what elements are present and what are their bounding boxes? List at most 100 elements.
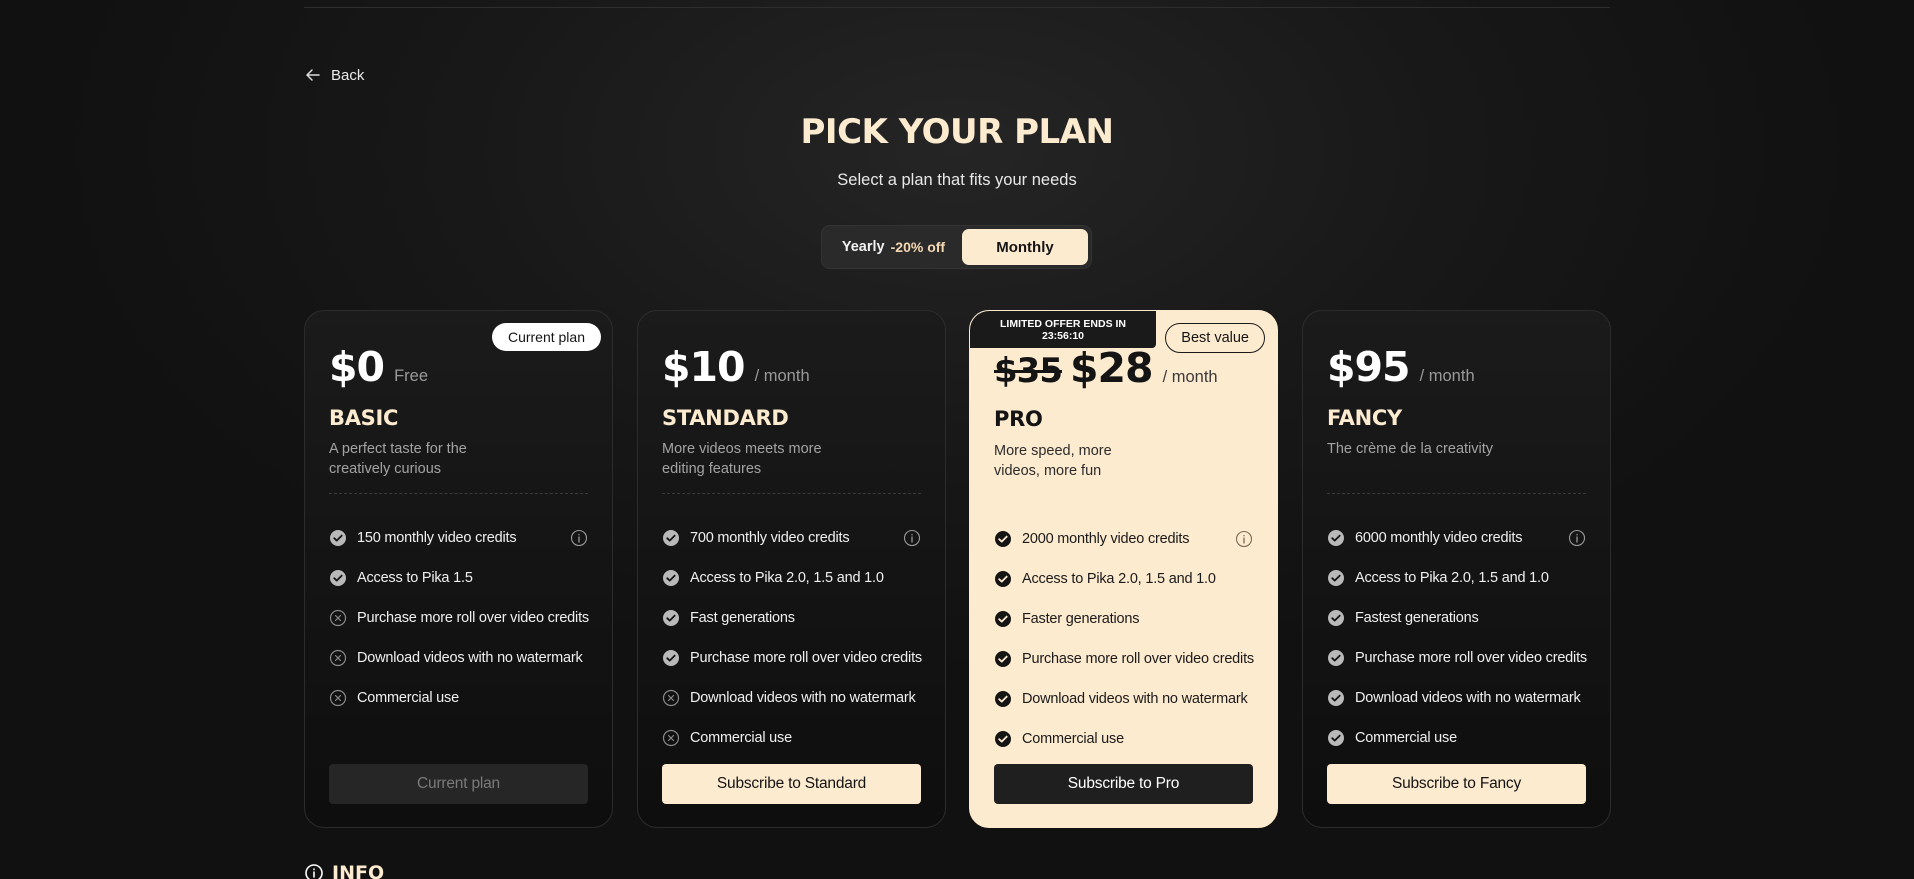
feature-text: Purchase more roll over video credits (1355, 650, 1587, 666)
feature-list: 6000 monthly video credits Access to Pika… (1327, 518, 1587, 758)
monthly-option[interactable]: Monthly (961, 229, 1088, 265)
feature-list: 700 monthly video credits Access to Pika … (662, 518, 922, 758)
plan-price: $95 (1327, 343, 1411, 391)
feature-item: Fast generations (662, 598, 921, 638)
check-circle-icon (1327, 689, 1345, 707)
x-circle-icon (329, 649, 347, 667)
check-circle-icon (994, 690, 1012, 708)
info-icon[interactable] (1568, 529, 1586, 547)
feature-item: Commercial use (329, 678, 588, 718)
feature-item: Commercial use (1327, 718, 1586, 758)
billing-period-toggle: Yearly -20% off Monthly (821, 225, 1092, 269)
feature-text: Access to Pika 1.5 (357, 570, 473, 586)
info-icon[interactable] (570, 529, 588, 547)
feature-list: 150 monthly video credits Access to Pika … (329, 518, 589, 718)
check-circle-icon (329, 569, 347, 587)
x-circle-icon (662, 729, 680, 747)
feature-text: Download videos with no watermark (690, 690, 916, 706)
feature-text: Fast generations (690, 610, 795, 626)
card-divider (329, 493, 588, 494)
yearly-discount: -20% off (890, 239, 946, 255)
arrow-left-icon (306, 69, 320, 81)
subscribe-pro-button[interactable]: Subscribe to Pro (994, 764, 1253, 804)
offer-label: LIMITED OFFER ENDS IN (1000, 317, 1126, 330)
plan-card-pro: LIMITED OFFER ENDS IN 23:56:10 Best valu… (969, 310, 1278, 828)
feature-item: Access to Pika 2.0, 1.5 and 1.0 (1327, 558, 1586, 598)
feature-item: 700 monthly video credits (662, 518, 921, 558)
feature-item: Commercial use (994, 719, 1253, 759)
feature-text: Faster generations (1022, 611, 1140, 627)
plan-name: STANDARD (662, 406, 789, 430)
back-button[interactable]: Back (304, 66, 364, 84)
plan-period: / month (1419, 367, 1475, 385)
feature-text: Access to Pika 2.0, 1.5 and 1.0 (1355, 570, 1549, 586)
plan-period: / month (1162, 368, 1218, 386)
yearly-option[interactable]: Yearly -20% off (825, 229, 962, 265)
check-circle-icon (1327, 569, 1345, 587)
plan-name: PRO (994, 407, 1043, 431)
x-circle-icon (329, 609, 347, 627)
plan-price: $28 (1069, 344, 1154, 392)
feature-item: Download videos with no watermark (994, 679, 1253, 719)
check-circle-icon (994, 570, 1012, 588)
x-circle-icon (662, 689, 680, 707)
feature-text: Commercial use (1022, 731, 1124, 747)
current-plan-button: Current plan (329, 764, 588, 804)
feature-item: Commercial use (662, 718, 921, 758)
feature-text: 6000 monthly video credits (1355, 530, 1523, 546)
feature-text: Purchase more roll over video credits (690, 650, 922, 666)
feature-text: Download videos with no watermark (357, 650, 583, 666)
offer-timer: 23:56:10 (1041, 329, 1085, 342)
top-divider (304, 7, 1610, 8)
back-label: Back (331, 66, 365, 84)
check-circle-icon (662, 649, 680, 667)
plan-card-fancy: $95 / month FANCY The crème de la creati… (1302, 310, 1611, 828)
subscribe-fancy-button[interactable]: Subscribe to Fancy (1327, 764, 1586, 804)
check-circle-icon (994, 650, 1012, 668)
check-circle-icon (1327, 609, 1345, 627)
plan-price: $10 (662, 343, 746, 391)
check-circle-icon (994, 610, 1012, 628)
feature-text: Fastest generations (1355, 610, 1479, 626)
page-title: PICK YOUR PLAN (800, 112, 1115, 152)
feature-item: Fastest generations (1327, 598, 1586, 638)
feature-text: Access to Pika 2.0, 1.5 and 1.0 (690, 570, 884, 586)
plan-description: The crème de la creativity (1327, 441, 1494, 457)
plan-name: BASIC (329, 406, 399, 430)
feature-item: Purchase more roll over video credits (1327, 638, 1587, 678)
check-circle-icon (662, 569, 680, 587)
info-icon[interactable] (903, 529, 921, 547)
card-divider (1327, 493, 1586, 494)
feature-item: 2000 monthly video credits (994, 519, 1253, 559)
feature-item: 150 monthly video credits (329, 518, 588, 558)
check-circle-icon (994, 530, 1012, 548)
yearly-label: Yearly (841, 239, 885, 255)
plan-name: FANCY (1327, 406, 1402, 430)
feature-item: Purchase more roll over video credits (662, 638, 922, 678)
feature-text: Purchase more roll over video credits (357, 610, 589, 626)
feature-text: Download videos with no watermark (1355, 690, 1581, 706)
feature-item: Download videos with no watermark (1327, 678, 1586, 718)
info-icon[interactable] (1235, 530, 1253, 548)
plan-period: Free (394, 367, 428, 385)
feature-text: Purchase more roll over video credits (1022, 651, 1254, 667)
subscribe-standard-button[interactable]: Subscribe to Standard (662, 764, 921, 804)
plan-card-standard: $10 / month STANDARD More videos meets m… (637, 310, 946, 828)
plan-price: $0 (329, 343, 385, 391)
feature-text: 150 monthly video credits (357, 530, 517, 546)
info-icon (305, 864, 323, 879)
check-circle-icon (1327, 729, 1345, 747)
feature-text: Access to Pika 2.0, 1.5 and 1.0 (1022, 571, 1216, 587)
plan-description: A perfect taste for the creatively curio… (329, 441, 467, 477)
feature-item: Purchase more roll over video credits (329, 598, 589, 638)
x-circle-icon (329, 689, 347, 707)
feature-text: Commercial use (357, 690, 459, 706)
info-section-heading: INFO (304, 862, 384, 879)
feature-item: Faster generations (994, 599, 1253, 639)
check-circle-icon (1327, 649, 1345, 667)
card-divider (662, 493, 921, 494)
feature-text: Commercial use (690, 730, 792, 746)
info-title: INFO (332, 862, 385, 879)
feature-item: 6000 monthly video credits (1327, 518, 1586, 558)
plan-period: / month (754, 367, 810, 385)
